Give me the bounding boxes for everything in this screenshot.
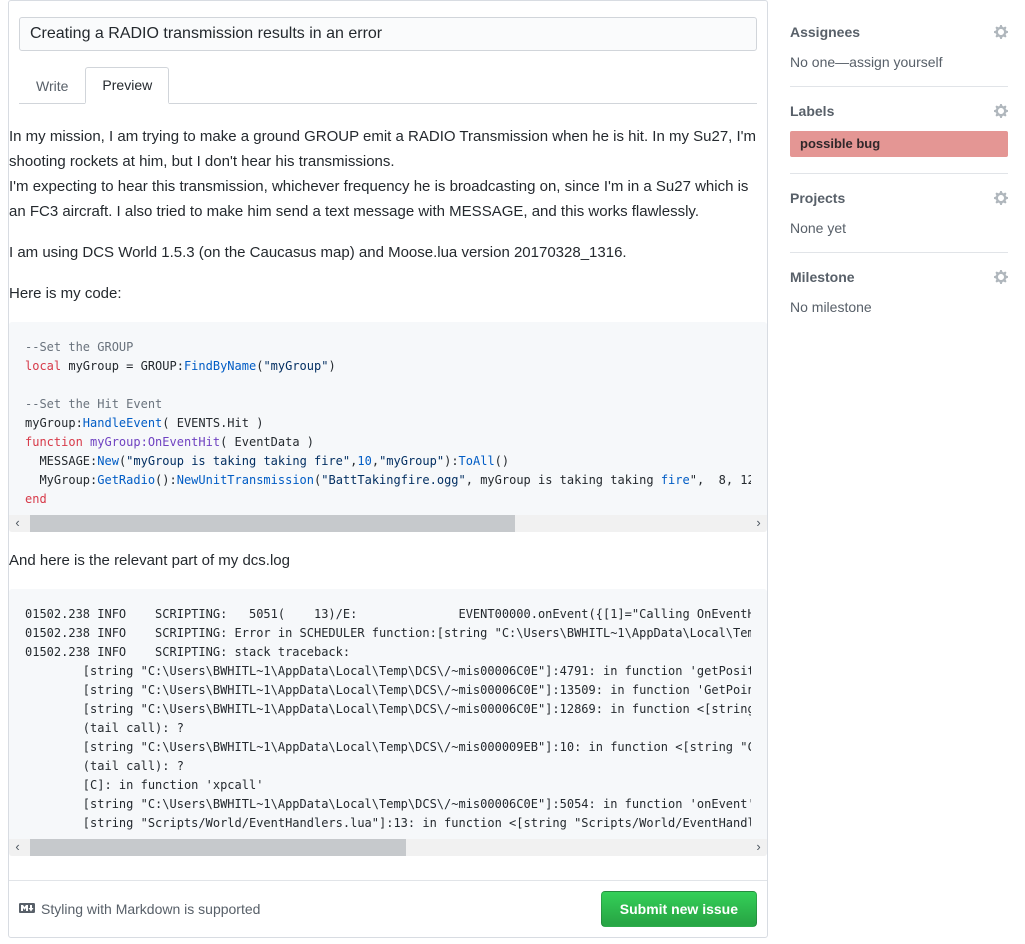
scrollbar-track[interactable] (26, 839, 750, 856)
labels-heading: Labels (790, 103, 834, 119)
lua-code-block: --Set the GROUPlocal myGroup = GROUP:Fin… (9, 322, 767, 532)
sidebar-section-labels: Labels possible bug (790, 87, 1008, 174)
gear-icon[interactable] (994, 24, 1008, 40)
code-horizontal-scrollbar[interactable]: ‹ › (9, 515, 767, 532)
scroll-left-arrow-icon[interactable]: ‹ (9, 515, 26, 532)
new-issue-form: Write Preview In my mission, I am trying… (8, 0, 768, 938)
preview-paragraph-code-intro: Here is my code: (9, 281, 767, 306)
comment-tab-nav: Write Preview (19, 67, 757, 104)
markdown-icon (19, 900, 35, 919)
sidebar-section-milestone: Milestone No milestone (790, 253, 1008, 331)
tab-write[interactable]: Write (19, 67, 85, 104)
preview-paragraph-log-intro: And here is the relevant part of my dcs.… (9, 548, 767, 573)
label-possible-bug: possible bug (790, 131, 1008, 157)
scrollbar-thumb[interactable] (30, 839, 406, 856)
no-one-label: No one— (790, 54, 849, 70)
form-header: Write Preview (9, 1, 767, 104)
tab-preview[interactable]: Preview (85, 67, 169, 104)
submit-new-issue-button[interactable]: Submit new issue (601, 891, 757, 927)
scroll-left-arrow-icon[interactable]: ‹ (9, 839, 26, 856)
preview-pane: In my mission, I am trying to make a gro… (9, 104, 767, 880)
form-footer: Styling with Markdown is supported Submi… (9, 880, 767, 937)
scroll-right-arrow-icon[interactable]: › (750, 515, 767, 532)
gear-icon[interactable] (994, 269, 1008, 285)
markdown-supported-link[interactable]: Styling with Markdown is supported (19, 900, 260, 919)
issue-title-input[interactable] (19, 17, 757, 51)
projects-heading: Projects (790, 190, 845, 206)
issue-sidebar: Assignees No one—assign yourself Labels … (790, 0, 1008, 938)
preview-paragraph-versions: I am using DCS World 1.5.3 (on the Cauca… (9, 240, 767, 265)
lua-code-content: --Set the GROUPlocal myGroup = GROUP:Fin… (9, 322, 767, 515)
scrollbar-thumb[interactable] (30, 515, 515, 532)
sidebar-section-assignees: Assignees No one—assign yourself (790, 8, 1008, 87)
milestone-heading: Milestone (790, 269, 855, 285)
gear-icon[interactable] (994, 190, 1008, 206)
sidebar-section-projects: Projects None yet (790, 174, 1008, 253)
gear-icon[interactable] (994, 103, 1008, 119)
projects-value: None yet (790, 220, 1008, 236)
assignees-heading: Assignees (790, 24, 860, 40)
preview-paragraph-intro: In my mission, I am trying to make a gro… (9, 124, 767, 224)
assignees-value: No one—assign yourself (790, 54, 1008, 70)
log-code-content: 01502.238 INFO SCRIPTING: 5051( 13)/E: E… (9, 589, 767, 839)
log-code-block: 01502.238 INFO SCRIPTING: 5051( 13)/E: E… (9, 589, 767, 856)
new-issue-page: Write Preview In my mission, I am trying… (0, 0, 1025, 938)
scrollbar-track[interactable] (26, 515, 750, 532)
assign-yourself-link[interactable]: assign yourself (849, 54, 942, 70)
log-horizontal-scrollbar[interactable]: ‹ › (9, 839, 767, 856)
milestone-value: No milestone (790, 299, 1008, 315)
scroll-right-arrow-icon[interactable]: › (750, 839, 767, 856)
markdown-note-label: Styling with Markdown is supported (41, 901, 260, 917)
